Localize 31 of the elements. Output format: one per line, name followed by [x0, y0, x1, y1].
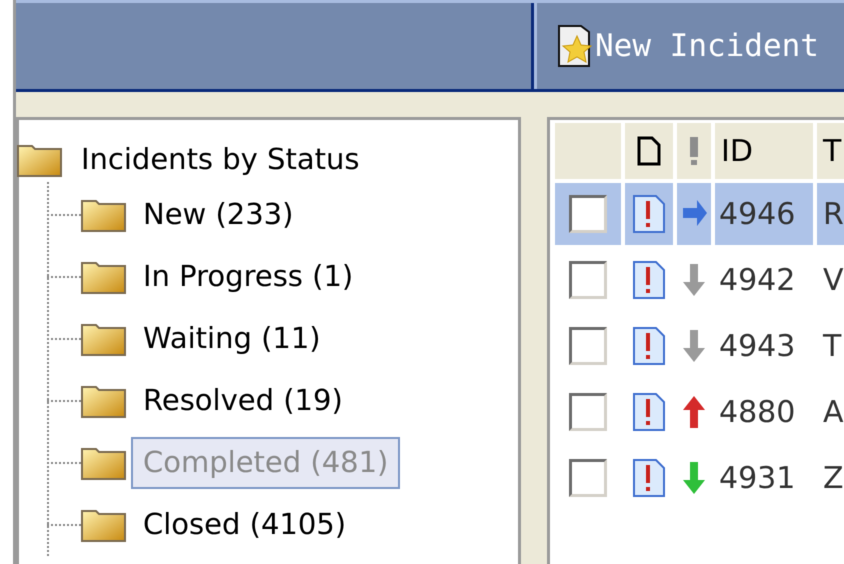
column-header[interactable]: ID — [715, 123, 813, 179]
tree-item[interactable]: In Progress (1) — [131, 251, 366, 303]
document-alert-icon — [633, 327, 665, 365]
document-icon — [637, 136, 661, 166]
folder-icon — [81, 260, 127, 294]
new-document-icon — [557, 24, 595, 68]
folder-icon — [81, 322, 127, 356]
checkbox[interactable] — [569, 393, 607, 431]
column-header[interactable]: T — [817, 123, 844, 179]
table-cell: 4946 — [715, 183, 813, 245]
folder-icon — [81, 508, 127, 542]
folder-icon — [81, 198, 127, 232]
document-alert-icon — [633, 261, 665, 299]
tree-root-label[interactable]: Incidents by Status — [81, 138, 360, 182]
tree-item[interactable]: Resolved (19) — [131, 375, 355, 427]
document-alert-icon — [633, 195, 665, 233]
header-cell — [555, 123, 621, 179]
exclamation-icon — [687, 135, 701, 167]
table-cell: R — [817, 183, 844, 245]
checkbox[interactable] — [569, 261, 607, 299]
tree-item[interactable]: Closed (4105) — [131, 499, 358, 551]
checkbox[interactable] — [569, 459, 607, 497]
document-alert-icon — [633, 459, 665, 497]
tree-item[interactable]: Waiting (11) — [131, 313, 333, 365]
checkbox[interactable] — [569, 327, 607, 365]
folder-icon — [17, 143, 63, 177]
folder-icon — [81, 446, 127, 480]
tree-item[interactable]: New (233) — [131, 189, 306, 241]
checkbox[interactable] — [569, 195, 607, 233]
folder-icon — [81, 384, 127, 418]
document-alert-icon — [633, 393, 665, 431]
